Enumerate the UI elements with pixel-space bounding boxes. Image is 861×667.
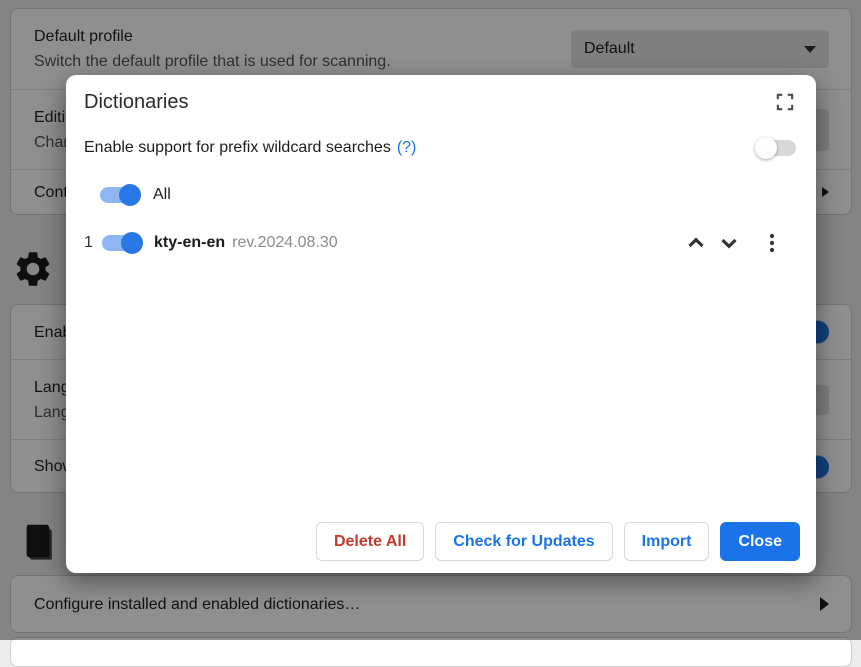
chevron-up-icon bbox=[684, 231, 708, 255]
dictionaries-modal: Dictionaries Enable support for prefix w… bbox=[66, 75, 816, 573]
dictionary-index: 1 bbox=[84, 234, 94, 252]
wildcard-label: Enable support for prefix wildcard searc… bbox=[84, 139, 391, 157]
fullscreen-button[interactable] bbox=[774, 91, 796, 113]
dictionary-menu-button[interactable] bbox=[762, 231, 782, 255]
wildcard-row: Enable support for prefix wildcard searc… bbox=[66, 139, 816, 157]
wildcard-toggle[interactable] bbox=[756, 140, 796, 156]
dictionary-toggle-knob bbox=[121, 232, 143, 254]
all-label: All bbox=[153, 186, 171, 204]
modal-footer: Delete All Check for Updates Import Clos… bbox=[66, 522, 816, 573]
all-toggle-knob bbox=[119, 184, 141, 206]
move-up-button[interactable] bbox=[684, 231, 708, 255]
chevron-down-icon bbox=[717, 231, 741, 255]
close-button[interactable]: Close bbox=[720, 522, 800, 561]
kebab-menu-icon bbox=[762, 231, 782, 255]
dictionary-controls bbox=[684, 231, 782, 255]
all-toggle[interactable] bbox=[100, 187, 140, 203]
import-button[interactable]: Import bbox=[624, 522, 710, 561]
next-card-sliver bbox=[10, 637, 852, 667]
move-down-button[interactable] bbox=[717, 231, 741, 255]
modal-title: Dictionaries bbox=[84, 91, 188, 114]
dictionary-toggle[interactable] bbox=[102, 235, 142, 251]
dictionary-row: 1 kty-en-en rev.2024.08.30 bbox=[66, 231, 816, 255]
check-for-updates-button[interactable]: Check for Updates bbox=[435, 522, 612, 561]
fullscreen-icon bbox=[774, 91, 796, 113]
dictionary-revision: rev.2024.08.30 bbox=[232, 234, 338, 252]
wildcard-toggle-knob bbox=[755, 137, 777, 159]
wildcard-help-link[interactable]: (?) bbox=[397, 139, 417, 157]
all-row: All bbox=[66, 186, 816, 204]
dictionary-name: kty-en-en bbox=[154, 234, 225, 252]
delete-all-button[interactable]: Delete All bbox=[316, 522, 424, 561]
modal-header: Dictionaries bbox=[66, 75, 816, 114]
